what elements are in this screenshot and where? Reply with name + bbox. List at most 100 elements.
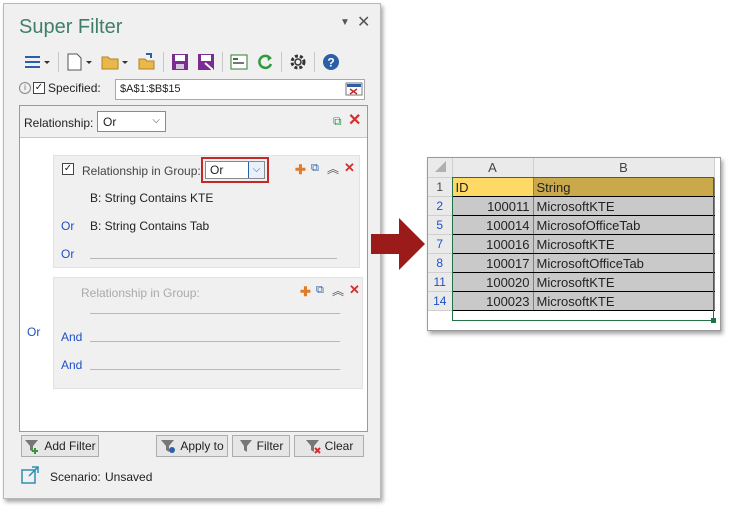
filter-apply-icon bbox=[161, 440, 176, 453]
toolbar-separator bbox=[222, 52, 223, 72]
groups-area: ✓ Relationship in Group: Or ⌵ ✚ ⧉ ︽ ✕ B:… bbox=[20, 137, 367, 431]
condition-connector: And bbox=[61, 358, 83, 372]
cell-string-header[interactable]: String bbox=[533, 177, 715, 197]
relationship-select[interactable]: Or ⌵ bbox=[97, 111, 166, 132]
specified-label: Specified: bbox=[48, 81, 101, 95]
column-header-a[interactable]: A bbox=[452, 158, 534, 178]
manage-scenario-icon[interactable] bbox=[229, 53, 249, 71]
arrow-right-icon bbox=[371, 218, 427, 273]
copy-group-icon[interactable]: ⧉ bbox=[311, 162, 319, 175]
copy-group-icon[interactable]: ⧉ bbox=[316, 284, 324, 297]
save-as-icon[interactable] bbox=[196, 53, 216, 71]
spreadsheet: A B 1 ID String 2 100011 MicrosoftKTE 5 … bbox=[427, 157, 721, 331]
fill-handle[interactable] bbox=[711, 318, 716, 323]
new-file-icon[interactable] bbox=[65, 53, 95, 71]
cell-string[interactable]: MicrosoftKTE bbox=[533, 291, 715, 311]
specified-checkbox[interactable]: ✓ bbox=[33, 82, 45, 94]
cell-string[interactable]: MicrosoftOfficeTab bbox=[533, 253, 715, 273]
save-scenario-icon[interactable] bbox=[137, 53, 157, 71]
add-filter-label: Add Filter bbox=[44, 439, 96, 453]
settings-gear-icon[interactable] bbox=[288, 53, 308, 71]
spreadsheet-grid: A B 1 ID String 2 100011 MicrosoftKTE 5 … bbox=[428, 158, 715, 311]
filter-group-1: ✓ Relationship in Group: Or ⌵ ✚ ⧉ ︽ ✕ B:… bbox=[53, 155, 360, 268]
filter-icon bbox=[239, 440, 252, 452]
menu-icon[interactable] bbox=[24, 54, 52, 70]
empty-condition-line[interactable] bbox=[90, 313, 340, 314]
row-header[interactable]: 14 bbox=[428, 291, 453, 311]
empty-condition-line[interactable] bbox=[90, 369, 340, 370]
group-1-relationship-select[interactable]: Or ⌵ bbox=[205, 161, 265, 179]
delete-all-icon[interactable]: ✕ bbox=[348, 110, 361, 130]
svg-text:?: ? bbox=[327, 56, 334, 70]
group-1-relationship-value: Or bbox=[210, 163, 224, 177]
select-all-corner[interactable] bbox=[428, 158, 453, 178]
cell-string[interactable]: MicrosoftKTE bbox=[533, 196, 715, 216]
open-folder-icon[interactable] bbox=[101, 53, 131, 71]
cell-id[interactable]: 100011 bbox=[452, 196, 534, 216]
clear-label: Clear bbox=[324, 439, 354, 453]
range-input[interactable]: $A$1:$B$15 bbox=[115, 79, 365, 100]
refresh-icon[interactable] bbox=[255, 53, 275, 71]
group-1-relationship-label: Relationship in Group: bbox=[82, 164, 201, 178]
group-2-relationship-label: Relationship in Group: bbox=[81, 286, 200, 300]
row-header[interactable]: 1 bbox=[428, 177, 453, 197]
toolbar-separator bbox=[281, 52, 282, 72]
cell-id-header[interactable]: ID bbox=[452, 177, 534, 197]
apply-to-button[interactable]: Apply to bbox=[156, 435, 228, 457]
cell-string[interactable]: MicrosoftKTE bbox=[533, 272, 715, 292]
open-external-icon[interactable] bbox=[21, 466, 39, 487]
close-icon[interactable]: ✕ bbox=[357, 12, 370, 32]
save-icon[interactable] bbox=[170, 53, 190, 71]
cell-string[interactable]: MicrosoftKTE bbox=[533, 234, 715, 254]
filter-label: Filter bbox=[256, 439, 284, 453]
range-value: $A$1:$B$15 bbox=[120, 83, 181, 95]
row-header[interactable]: 5 bbox=[428, 215, 453, 235]
empty-condition-line[interactable] bbox=[90, 341, 340, 342]
scenario-value: Unsaved bbox=[105, 470, 153, 484]
row-header[interactable]: 7 bbox=[428, 234, 453, 254]
criteria-panel: Relationship: Or ⌵ ⧉ ✕ ✓ Relationship in… bbox=[19, 105, 368, 432]
collapse-icon[interactable]: ︽ bbox=[327, 160, 339, 177]
filter-clear-icon bbox=[305, 440, 321, 454]
condition-1[interactable]: B: String Contains KTE bbox=[90, 191, 213, 205]
chevron-down-icon: ⌵ bbox=[152, 115, 160, 126]
row-header[interactable]: 11 bbox=[428, 272, 453, 292]
clear-button[interactable]: Clear bbox=[294, 435, 364, 457]
condition-3-connector: Or bbox=[61, 247, 75, 261]
condition-2[interactable]: B: String Contains Tab bbox=[90, 219, 209, 233]
cell-id[interactable]: 100023 bbox=[452, 291, 534, 311]
super-filter-pane: Super Filter ▼ ✕ ? i ✓ Specified: $A$1:$… bbox=[3, 3, 381, 499]
relationship-value: Or bbox=[103, 114, 117, 129]
chevron-down-icon: ⌵ bbox=[248, 162, 264, 178]
relationship-label: Relationship: bbox=[24, 116, 94, 130]
row-header[interactable]: 2 bbox=[428, 196, 453, 216]
condition-connector: And bbox=[61, 330, 83, 344]
filter-group-2: Relationship in Group: ✚ ⧉ ︽ ✕ And And bbox=[53, 277, 363, 389]
add-condition-icon[interactable]: ✚ bbox=[300, 284, 311, 300]
row-header[interactable]: 8 bbox=[428, 253, 453, 273]
cell-string[interactable]: MicrosofOfficeTab bbox=[533, 215, 715, 235]
toolbar-separator bbox=[314, 52, 315, 72]
add-filter-button[interactable]: Add Filter bbox=[21, 435, 99, 457]
scenario-label: Scenario: bbox=[50, 470, 101, 484]
delete-group-icon[interactable]: ✕ bbox=[344, 160, 355, 176]
select-range-icon[interactable] bbox=[345, 81, 363, 97]
toolbar: ? bbox=[24, 50, 369, 74]
pane-title: Super Filter bbox=[19, 16, 123, 38]
add-condition-icon[interactable]: ✚ bbox=[295, 162, 306, 178]
group-1-checkbox[interactable]: ✓ bbox=[62, 163, 74, 175]
group-connector: Or bbox=[27, 325, 41, 339]
empty-condition-line[interactable] bbox=[90, 258, 337, 259]
cell-id[interactable]: 100017 bbox=[452, 253, 534, 273]
condition-2-connector: Or bbox=[61, 219, 75, 233]
cell-id[interactable]: 100016 bbox=[452, 234, 534, 254]
help-icon[interactable]: ? bbox=[321, 53, 341, 71]
pane-menu-dropdown-icon[interactable]: ▼ bbox=[340, 17, 350, 28]
delete-group-icon[interactable]: ✕ bbox=[349, 282, 360, 298]
cell-id[interactable]: 100014 bbox=[452, 215, 534, 235]
column-header-b[interactable]: B bbox=[533, 158, 715, 178]
filter-button[interactable]: Filter bbox=[232, 435, 290, 457]
add-group-icon[interactable]: ⧉ bbox=[333, 114, 342, 129]
cell-id[interactable]: 100020 bbox=[452, 272, 534, 292]
collapse-icon[interactable]: ︽ bbox=[332, 282, 344, 299]
